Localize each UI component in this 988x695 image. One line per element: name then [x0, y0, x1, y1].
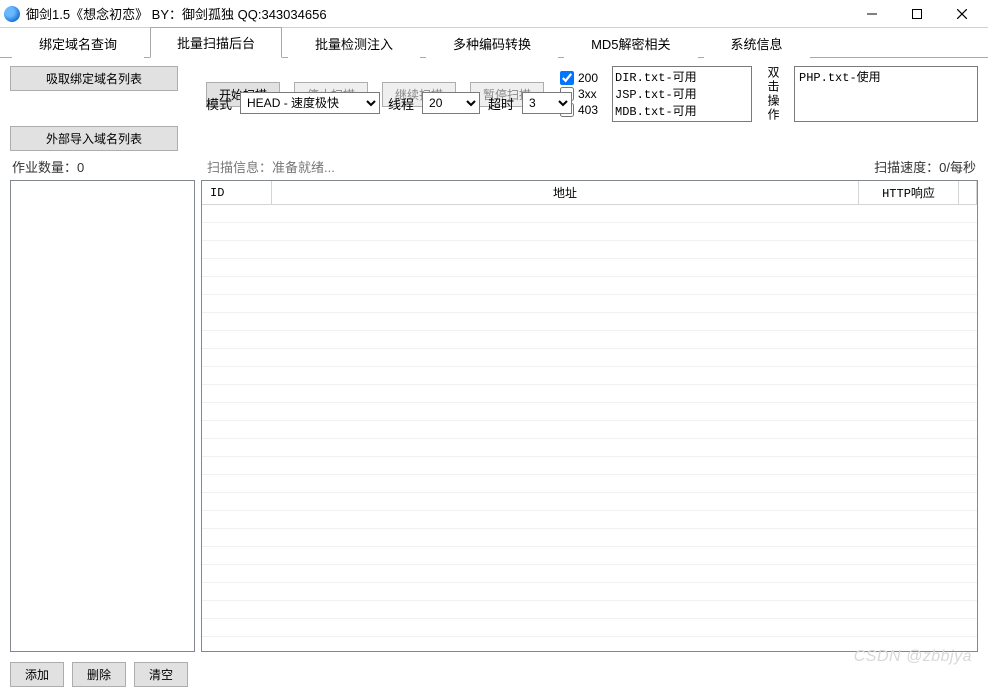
- tab-sysinfo[interactable]: 系统信息: [704, 28, 810, 58]
- config-row: 模式 HEAD - 速度极快 线程 20 超时 3: [206, 92, 978, 114]
- close-button[interactable]: [939, 0, 984, 28]
- scan-info-value: 准备就绪...: [272, 160, 335, 175]
- clear-button[interactable]: 清空: [134, 662, 188, 687]
- check-200-box[interactable]: [560, 71, 574, 85]
- job-count: 作业数量：0: [12, 157, 207, 176]
- scan-speed-unit: /每秒: [946, 160, 976, 175]
- window-title: 御剑1.5《想念初恋》 BY：御剑孤独 QQ:343034656: [26, 4, 849, 23]
- window-controls: [849, 0, 984, 28]
- maximize-button[interactable]: [894, 0, 939, 28]
- grid-body[interactable]: [202, 205, 977, 651]
- bottom-bar: 添加 删除 清空: [0, 658, 988, 695]
- absorb-domains-button[interactable]: 吸取绑定域名列表: [10, 66, 178, 91]
- tab-encoding[interactable]: 多种编码转换: [426, 28, 558, 58]
- import-domains-button[interactable]: 外部导入域名列表: [10, 126, 178, 151]
- delete-button[interactable]: 删除: [72, 662, 126, 687]
- result-grid-pane: ID 地址 HTTP响应: [201, 180, 978, 652]
- job-count-label: 作业数量：: [12, 160, 77, 175]
- tab-batch-scan[interactable]: 批量扫描后台: [150, 27, 282, 58]
- add-button[interactable]: 添加: [10, 662, 64, 687]
- threads-select[interactable]: 20: [422, 92, 480, 114]
- col-resp[interactable]: HTTP响应: [859, 181, 959, 204]
- current-dict-value: PHP.txt-使用: [799, 68, 973, 85]
- job-count-value: 0: [77, 160, 84, 175]
- mode-select[interactable]: HEAD - 速度极快: [240, 92, 380, 114]
- check-200[interactable]: 200: [560, 71, 598, 85]
- domain-list-pane[interactable]: [10, 180, 195, 652]
- timeout-select[interactable]: 3: [522, 92, 572, 114]
- scan-speed-label: 扫描速度：: [874, 160, 939, 175]
- titlebar: 御剑1.5《想念初恋》 BY：御剑孤独 QQ:343034656: [0, 0, 988, 28]
- tab-bind-domain-query[interactable]: 绑定域名查询: [12, 28, 144, 58]
- tab-strip: 绑定域名查询 批量扫描后台 批量检测注入 多种编码转换 MD5解密相关 系统信息: [0, 28, 988, 58]
- scan-info-label: 扫描信息：: [207, 160, 272, 175]
- grid-header: ID 地址 HTTP响应: [202, 181, 977, 205]
- minimize-button[interactable]: [849, 0, 894, 28]
- status-row: 作业数量：0 扫描信息：准备就绪... 扫描速度：0/每秒: [0, 155, 988, 180]
- dict-item[interactable]: DIR.txt-可用: [615, 68, 749, 85]
- main-area: ID 地址 HTTP响应: [0, 180, 988, 658]
- timeout-label: 超时: [488, 94, 514, 113]
- col-addr[interactable]: 地址: [272, 181, 859, 204]
- scan-speed: 扫描速度：0/每秒: [874, 157, 976, 176]
- check-200-label: 200: [578, 71, 598, 85]
- tab-md5[interactable]: MD5解密相关: [564, 28, 697, 58]
- app-icon: [4, 6, 20, 22]
- col-scrollbar-spacer: [959, 181, 977, 204]
- threads-label: 线程: [388, 94, 414, 113]
- tab-batch-inject[interactable]: 批量检测注入: [288, 28, 420, 58]
- col-id[interactable]: ID: [202, 181, 272, 204]
- scan-info: 扫描信息：准备就绪...: [207, 157, 874, 176]
- mode-label: 模式: [206, 94, 232, 113]
